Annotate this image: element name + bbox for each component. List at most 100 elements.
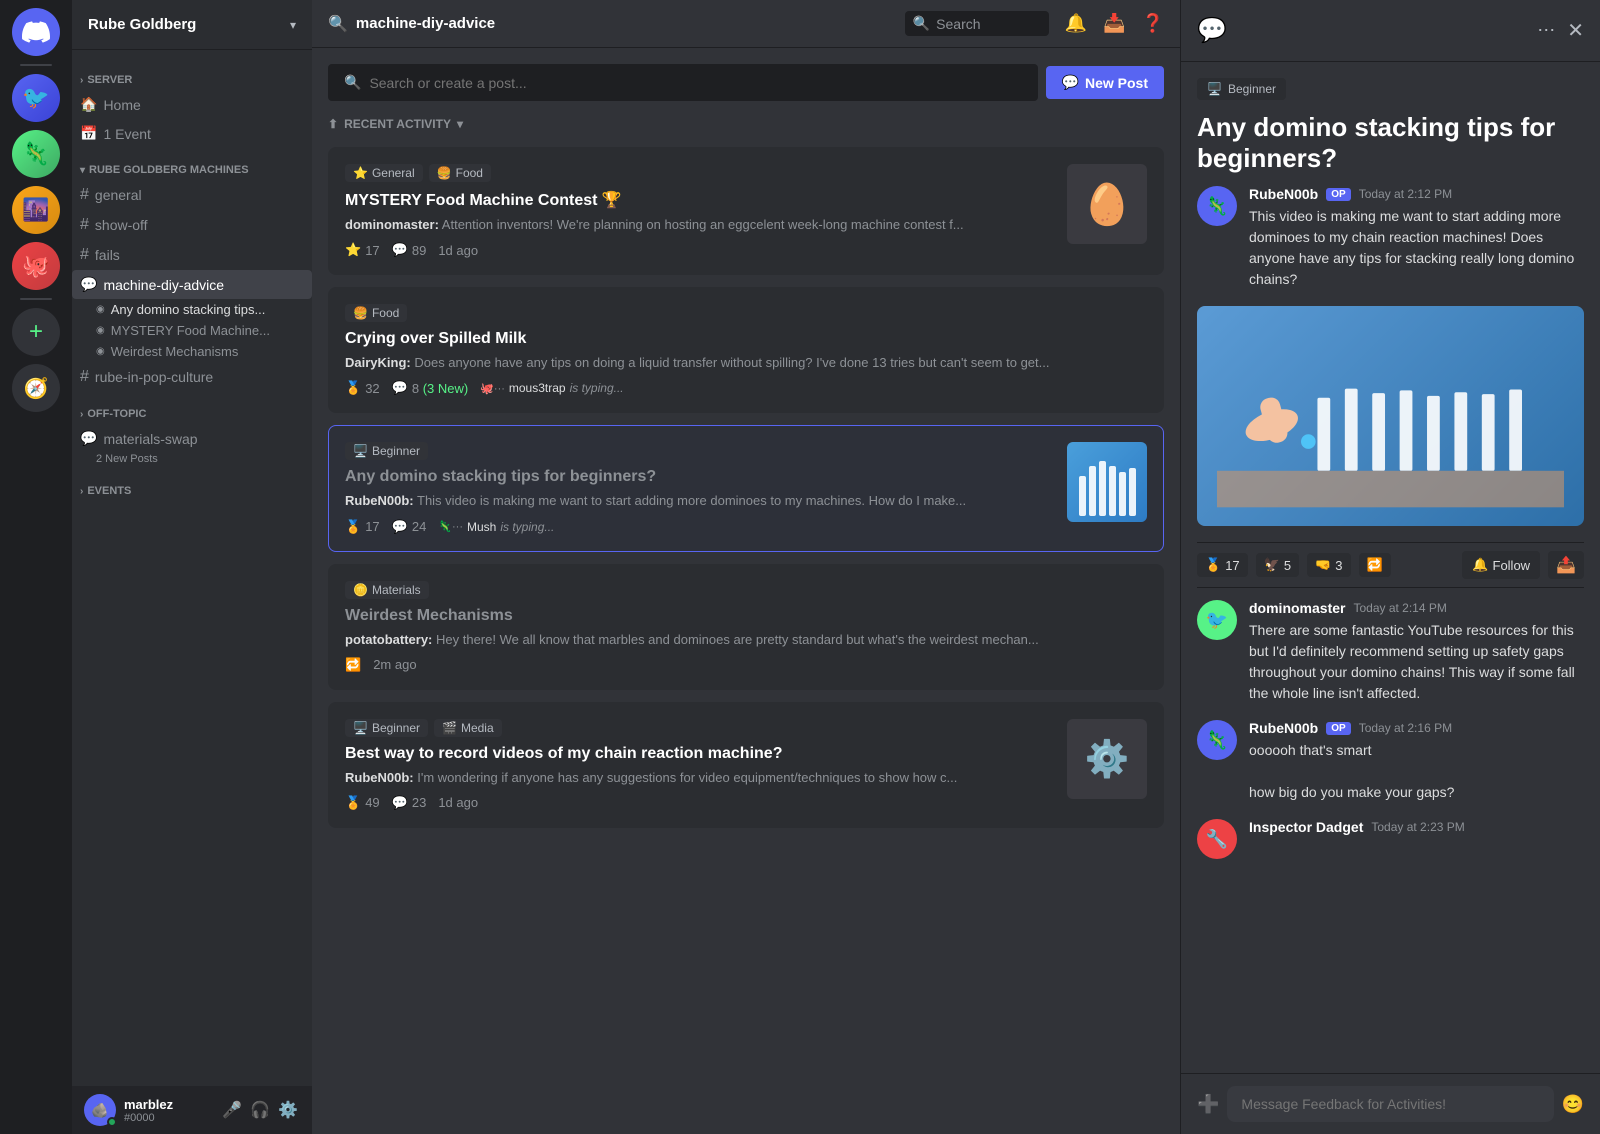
comment-meta-1: RubeN00b OP Today at 2:12 PM — [1249, 186, 1584, 202]
post-card-4[interactable]: 🪙 Materials Weirdest Mechanisms potatoba… — [328, 564, 1164, 690]
sub-channel-domino[interactable]: ◉ Any domino stacking tips... — [72, 299, 312, 320]
post-card-5[interactable]: 🖥️ Beginner 🎬 Media Best way to record v… — [328, 702, 1164, 828]
post-meta-5: 🏅 49 💬 23 1d ago — [345, 795, 1055, 811]
comment-time-3: Today at 2:16 PM — [1359, 721, 1452, 735]
server-category[interactable]: › SERVER — [72, 58, 312, 90]
sub-channel-mystery[interactable]: ◉ MYSTERY Food Machine... — [72, 320, 312, 341]
icon-bar: 🐦 🦎 🌆 🐙 + 🧭 — [0, 0, 72, 1134]
server-header[interactable]: Rube Goldberg ▾ — [72, 0, 312, 50]
add-server-button[interactable]: + — [12, 308, 60, 356]
events-label: 1 Event — [103, 126, 150, 142]
channel-name-general: general — [95, 187, 142, 203]
channel-general[interactable]: # general — [72, 180, 312, 210]
comments-count-5: 💬 23 — [392, 795, 427, 811]
channel-fails[interactable]: # fails — [72, 240, 312, 270]
post-meta-2: 🏅 32 💬 8 (3 New) 🐙··· mous3trap is typin… — [345, 380, 1147, 396]
post-card-3[interactable]: 🖥️ Beginner Any domino stacking tips for… — [328, 425, 1164, 551]
refresh-icon-4: 🔁 — [345, 657, 361, 673]
explore-servers-button[interactable]: 🧭 — [12, 364, 60, 412]
forum-search-bar[interactable]: 🔍 — [328, 64, 1038, 101]
post-time-5: 1d ago — [438, 795, 478, 810]
hash-icon-2: # — [80, 216, 89, 234]
server-icon-1[interactable]: 🐦 — [12, 74, 60, 122]
main-header: 🔍 machine-diy-advice 🔍 Search 🔔 📥 ❓ — [312, 0, 1180, 48]
emoji-picker-button[interactable]: 😊 — [1562, 1094, 1584, 1115]
channel-machine-diy[interactable]: 💬 machine-diy-advice — [72, 270, 312, 299]
comment-text-3: oooooh that's smarthow big do you make y… — [1249, 740, 1584, 803]
user-controls: 🎤 🎧 ⚙️ — [220, 1098, 300, 1122]
add-attachment-button[interactable]: ➕ — [1197, 1094, 1219, 1115]
events-category[interactable]: › EVENTS — [72, 469, 312, 501]
sub-channel-icon-3: ◉ — [96, 346, 105, 357]
post-preview-5: RubeN00b: I'm wondering if anyone has an… — [345, 769, 1055, 787]
sidebar-item-events[interactable]: 📅 1 Event — [72, 119, 312, 148]
panel-chat-icon: 💬 — [1197, 16, 1227, 45]
post-preview-1: dominomaster: Attention inventors! We're… — [345, 216, 1055, 234]
sub-channel-name: Any domino stacking tips... — [111, 302, 266, 317]
sidebar-item-home[interactable]: 🏠 Home — [72, 90, 312, 119]
comment-meta-3: RubeN00b OP Today at 2:16 PM — [1249, 720, 1584, 736]
share-button[interactable]: 📤 — [1548, 551, 1584, 579]
comment-time-4: Today at 2:23 PM — [1371, 820, 1464, 834]
tag-materials: 🪙 Materials — [345, 581, 429, 599]
machines-category[interactable]: ▾ RUBE GOLDBERG MACHINES — [72, 148, 312, 180]
server-icon-4[interactable]: 🐙 — [12, 242, 60, 290]
chevron-icon: › — [80, 75, 83, 86]
help-button[interactable]: ❓ — [1142, 13, 1164, 34]
post-thumbnail-5: ⚙️ — [1067, 719, 1147, 799]
reaction-medal[interactable]: 🏅 17 — [1197, 553, 1248, 577]
channel-showoff[interactable]: # show-off — [72, 210, 312, 240]
inbox-button[interactable]: 📥 — [1103, 13, 1125, 34]
post-card-2[interactable]: 🍔 Food Crying over Spilled Milk DairyKin… — [328, 287, 1164, 413]
post-meta-1: ⭐ 17 💬 89 1d ago — [345, 242, 1055, 258]
panel-close-button[interactable]: ✕ — [1567, 18, 1584, 43]
sub-channel-weirdest[interactable]: ◉ Weirdest Mechanisms — [72, 341, 312, 362]
tag-media-5: 🎬 Media — [434, 719, 502, 737]
post-tags-2: 🍔 Food — [345, 304, 1147, 322]
channel-title: machine-diy-advice — [356, 15, 495, 32]
server-icon-2[interactable]: 🦎 — [12, 130, 60, 178]
panel-more-button[interactable]: ⋯ — [1537, 18, 1555, 43]
comment-1: 🦎 RubeN00b OP Today at 2:12 PM This vide… — [1197, 186, 1584, 290]
headphones-button[interactable]: 🎧 — [248, 1098, 272, 1122]
new-post-button[interactable]: 💬 New Post — [1046, 66, 1164, 99]
forum-search-input[interactable] — [369, 75, 1021, 91]
post-time-4: 2m ago — [373, 657, 416, 672]
channel-materials[interactable]: 💬 materials-swap — [72, 424, 312, 453]
sub-channel-icon-2: ◉ — [96, 325, 105, 336]
post-card-1[interactable]: ⭐ General 🍔 Food MYSTERY Food Machine Co… — [328, 147, 1164, 275]
search-bar[interactable]: 🔍 Search — [905, 11, 1049, 36]
tag-beginner: 🖥️ Beginner — [345, 442, 428, 460]
post-preview-2: DairyKing: Does anyone have any tips on … — [345, 354, 1147, 372]
post-tags-3: 🖥️ Beginner — [345, 442, 1055, 460]
follow-button[interactable]: 🔔 Follow — [1462, 551, 1540, 579]
offtopic-category[interactable]: › OFF-TOPIC — [72, 392, 312, 424]
reactions-count-3: 🏅 17 — [345, 519, 380, 535]
message-input[interactable] — [1227, 1086, 1553, 1122]
search-row: 🔍 💬 New Post — [328, 64, 1164, 101]
search-icon-2: 🔍 — [344, 74, 361, 91]
notifications-button[interactable]: 🔔 — [1065, 13, 1087, 34]
reaction-fist[interactable]: 🤜 3 — [1307, 553, 1350, 577]
beginner-badge: 🖥️ Beginner — [1197, 78, 1286, 100]
server-icon-3[interactable]: 🌆 — [12, 186, 60, 234]
discord-home-button[interactable] — [12, 8, 60, 56]
follow-label: Follow — [1493, 558, 1531, 573]
post-thumbnail-3 — [1067, 442, 1147, 522]
microphone-button[interactable]: 🎤 — [220, 1098, 244, 1122]
settings-button[interactable]: ⚙️ — [276, 1098, 300, 1122]
bubble-icon: 💬 — [80, 276, 97, 293]
reaction-eagle[interactable]: 🦅 5 — [1256, 553, 1299, 577]
post-title-5: Best way to record videos of my chain re… — [345, 745, 1055, 763]
bubble-icon-2: 💬 — [80, 430, 97, 447]
dropdown-icon: ▾ — [457, 117, 463, 131]
comment-body-3: RubeN00b OP Today at 2:16 PM oooooh that… — [1249, 720, 1584, 803]
post-thumbnail-1: 🥚 — [1067, 164, 1147, 244]
panel-action-buttons: 🔔 Follow 📤 — [1462, 551, 1584, 579]
channel-pop-culture[interactable]: # rube-in-pop-culture — [72, 362, 312, 392]
new-post-icon: 💬 — [1062, 74, 1079, 91]
comment-4: 🔧 Inspector Dadget Today at 2:23 PM — [1197, 819, 1584, 859]
calendar-icon: 📅 — [80, 125, 97, 142]
reaction-refresh[interactable]: 🔁 — [1359, 553, 1391, 577]
channel-name-diy: machine-diy-advice — [103, 277, 224, 293]
